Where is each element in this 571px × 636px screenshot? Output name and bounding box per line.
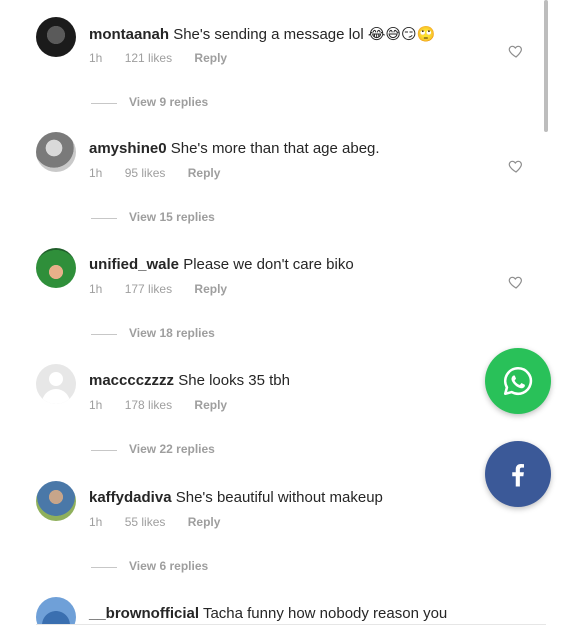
comment-username[interactable]: montaanah (89, 26, 169, 43)
comment-item: __brownofficial Tacha funny how nobody r… (0, 597, 548, 624)
reply-button[interactable]: Reply (194, 51, 227, 65)
avatar[interactable] (36, 364, 76, 404)
comment-username[interactable]: kaffydadiva (89, 489, 172, 506)
comment-text-line: montaanah She's sending a message lol 😂😅… (89, 25, 435, 43)
facebook-share-button[interactable] (485, 441, 551, 507)
avatar[interactable] (36, 597, 76, 624)
whatsapp-icon (503, 366, 533, 396)
comment-meta: 1h 55 likes Reply (89, 515, 239, 529)
comment-text-line: __brownofficial Tacha funny how nobody r… (89, 605, 447, 622)
reply-button[interactable]: Reply (188, 515, 221, 529)
replies-divider (91, 218, 117, 219)
comment-time: 1h (89, 51, 103, 65)
comment-text: Please we don't care biko (183, 256, 354, 273)
comment-username[interactable]: unified_wale (89, 256, 179, 273)
comment-text: She's beautiful without makeup (175, 489, 383, 506)
comment-text-line: kaffydadiva She's beautiful without make… (89, 489, 383, 506)
comment-text-line: macccczzzz She looks 35 tbh (89, 372, 290, 389)
comment-username[interactable]: amyshine0 (89, 140, 167, 157)
avatar[interactable] (36, 17, 76, 57)
view-replies-button[interactable]: View 15 replies (129, 210, 215, 224)
comment-meta: 1h 178 likes Reply (89, 398, 246, 412)
comment-meta: 1h 95 likes Reply (89, 166, 239, 180)
comment-likes[interactable]: 177 likes (125, 282, 172, 296)
comment-text-line: unified_wale Please we don't care biko (89, 256, 354, 273)
comment-meta: 1h 121 likes Reply (89, 51, 246, 65)
comment-likes[interactable]: 55 likes (125, 515, 166, 529)
comment-likes[interactable]: 121 likes (125, 51, 172, 65)
divider (36, 624, 546, 625)
replies-divider (91, 450, 117, 451)
comment-time: 1h (89, 166, 103, 180)
comment-likes[interactable]: 178 likes (125, 398, 172, 412)
comment-item: macccczzzz She looks 35 tbh 1h 178 likes… (0, 364, 548, 481)
replies-divider (91, 103, 117, 104)
comment-username[interactable]: __brownofficial (89, 605, 199, 622)
comment-text-line: amyshine0 She's more than that age abeg. (89, 140, 380, 157)
view-replies-button[interactable]: View 18 replies (129, 326, 215, 340)
comment-time: 1h (89, 282, 103, 296)
facebook-icon (512, 464, 524, 487)
view-replies-button[interactable]: View 6 replies (129, 559, 208, 573)
avatar[interactable] (36, 481, 76, 521)
comment-text: She looks 35 tbh (178, 372, 290, 389)
view-replies-button[interactable]: View 22 replies (129, 442, 215, 456)
comment-time: 1h (89, 398, 103, 412)
replies-divider (91, 334, 117, 335)
reply-button[interactable]: Reply (188, 166, 221, 180)
comment-text: Tacha funny how nobody reason you (202, 605, 448, 622)
replies-divider (91, 567, 117, 568)
reply-button[interactable]: Reply (194, 398, 227, 412)
avatar[interactable] (36, 248, 76, 288)
comment-text: She's more than that age abeg. (170, 140, 380, 157)
comment-item: unified_wale Please we don't care biko 1… (0, 248, 548, 365)
view-replies-button[interactable]: View 9 replies (129, 95, 208, 109)
heart-icon[interactable] (508, 158, 524, 174)
comment-time: 1h (89, 515, 103, 529)
reply-button[interactable]: Reply (194, 282, 227, 296)
comment-item: kaffydadiva She's beautiful without make… (0, 481, 548, 598)
comment-item: amyshine0 She's more than that age abeg.… (0, 132, 548, 249)
heart-icon[interactable] (508, 274, 524, 290)
comment-text: She's sending a message lol 😂😅😏🙄 (173, 26, 436, 43)
heart-icon[interactable] (508, 43, 524, 59)
comment-likes[interactable]: 95 likes (125, 166, 166, 180)
whatsapp-share-button[interactable] (485, 348, 551, 414)
avatar[interactable] (36, 132, 76, 172)
comment-username[interactable]: macccczzzz (89, 372, 174, 389)
comment-meta: 1h 177 likes Reply (89, 282, 246, 296)
comment-item: montaanah She's sending a message lol 😂😅… (0, 17, 548, 134)
